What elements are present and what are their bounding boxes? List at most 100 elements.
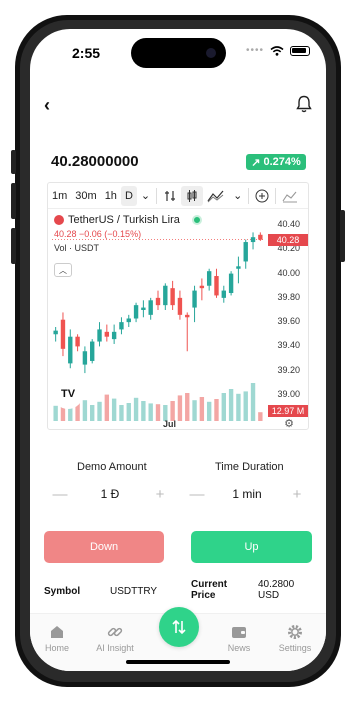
duration-stepper: — 1 min + (187, 484, 307, 504)
candle-body (126, 318, 131, 323)
volume-bar (104, 394, 110, 421)
battery-icon (290, 45, 310, 56)
interval-dropdown-chevron-icon[interactable]: ⌄ (137, 186, 154, 206)
indicators-chevron-icon[interactable]: ⌄ (229, 186, 246, 206)
bell-icon[interactable] (296, 95, 312, 113)
amount-plus-button[interactable]: + (150, 486, 170, 503)
volume-bar (133, 397, 139, 421)
candle-body (97, 329, 102, 342)
camera-dot (206, 48, 216, 58)
candle-body (104, 331, 110, 337)
chart-type-icon[interactable] (278, 186, 302, 206)
symbol-value: USDTTRY (110, 586, 158, 597)
time-duration-label: Time Duration (215, 461, 284, 473)
current-price-label: Current Price (191, 579, 227, 601)
candle-body (141, 307, 146, 310)
back-button[interactable]: ‹ (44, 95, 50, 116)
nav-item-ai-insight[interactable]: AI Insight (90, 624, 140, 653)
y-axis-label: 39.00 (277, 388, 300, 399)
indicators-icon[interactable] (203, 186, 229, 206)
candle-body (214, 276, 219, 296)
current-price-label-line2: Price (191, 590, 216, 601)
volume-bar (119, 405, 124, 421)
wifi-icon (270, 45, 284, 56)
down-button[interactable]: Down (44, 531, 164, 563)
volume-bar (155, 404, 161, 421)
candle-body (206, 271, 212, 286)
volume-bar (111, 398, 117, 421)
add-icon[interactable] (251, 186, 273, 206)
nav-label-ai-insight: AI Insight (96, 643, 134, 653)
candles-icon[interactable] (181, 185, 204, 206)
candle-body (133, 305, 139, 319)
compare-icon[interactable] (159, 186, 181, 206)
y-axis-label: 39.20 (277, 364, 300, 375)
candle-body (53, 330, 58, 335)
dynamic-island (131, 38, 226, 68)
candle-body (221, 290, 226, 298)
candle-body (199, 285, 205, 289)
volume-bar (258, 412, 263, 421)
amount-minus-button[interactable]: — (50, 486, 70, 503)
trade-fab-button[interactable] (159, 607, 199, 647)
candle-body (228, 273, 234, 294)
nav-label-home: Home (44, 643, 69, 653)
interval-d[interactable]: D (120, 185, 137, 206)
volume-bar (243, 391, 248, 421)
duration-value[interactable]: 1 min (207, 487, 287, 501)
volume-bar (177, 395, 183, 421)
swap-icon (172, 619, 186, 635)
duration-plus-button[interactable]: + (287, 486, 307, 503)
candle-body (90, 341, 95, 361)
volume-bar (250, 383, 256, 421)
volume-flag: 12.97 M (268, 405, 308, 417)
current-price-value: 40.2800 USD (258, 579, 294, 601)
last-price-flag: 40.28 (268, 233, 308, 246)
candle-body (258, 234, 263, 240)
volume-bar (90, 405, 95, 421)
nav-item-settings[interactable]: Settings (270, 624, 320, 653)
up-button[interactable]: Up (191, 531, 312, 563)
link-icon (107, 627, 123, 637)
change-percent: 0.274% (263, 156, 301, 168)
volume-down-button-2 (11, 228, 16, 264)
toolbar-divider-3 (275, 187, 277, 204)
volume-bar (192, 400, 197, 421)
candle-body (243, 242, 248, 262)
toolbar-divider (156, 187, 158, 204)
nav-item-home[interactable]: Home (32, 624, 82, 653)
interval-1m[interactable]: 1m (48, 186, 71, 206)
current-price-value-line1: 40.2800 (258, 579, 295, 590)
x-axis-label-jul: Jul (163, 419, 177, 429)
amount-value[interactable]: 1 Đ (70, 487, 150, 501)
y-axis-label: 39.80 (277, 291, 300, 302)
candle-body (250, 237, 256, 243)
candle-body (177, 297, 183, 315)
volume-bar (236, 393, 241, 421)
symbol-label: Symbol (44, 586, 81, 597)
candle-body (155, 297, 161, 306)
chart-widget[interactable]: 1m 30m 1h D ⌄ ⌄ TetherUS / Turkish Lira … (47, 182, 309, 430)
nav-item-news[interactable]: News (214, 624, 264, 653)
volume-bar (148, 403, 153, 421)
volume-bar (141, 401, 146, 421)
candle-body (60, 319, 66, 349)
chart-toolbar: 1m 30m 1h D ⌄ ⌄ (48, 183, 308, 209)
tradingview-logo[interactable]: TV (53, 379, 83, 409)
duration-minus-button[interactable]: — (187, 486, 207, 503)
candle-body (68, 336, 73, 364)
volume-bar (206, 401, 212, 421)
volume-bar (185, 393, 190, 421)
status-time: 2:55 (72, 45, 101, 61)
status-icons: •••• (246, 45, 310, 56)
chart-settings-icon[interactable]: ⚙ (284, 417, 294, 429)
volume-bar (214, 399, 219, 421)
current-price: 40.28000000 (51, 153, 139, 170)
interval-1h[interactable]: 1h (101, 186, 121, 206)
candle-body (111, 331, 117, 340)
y-axis-label: 40.40 (277, 219, 300, 230)
interval-30m[interactable]: 30m (71, 186, 100, 206)
candle-body (236, 266, 241, 269)
nav-label-news: News (227, 643, 251, 653)
y-axis-label: 39.40 (277, 340, 300, 351)
